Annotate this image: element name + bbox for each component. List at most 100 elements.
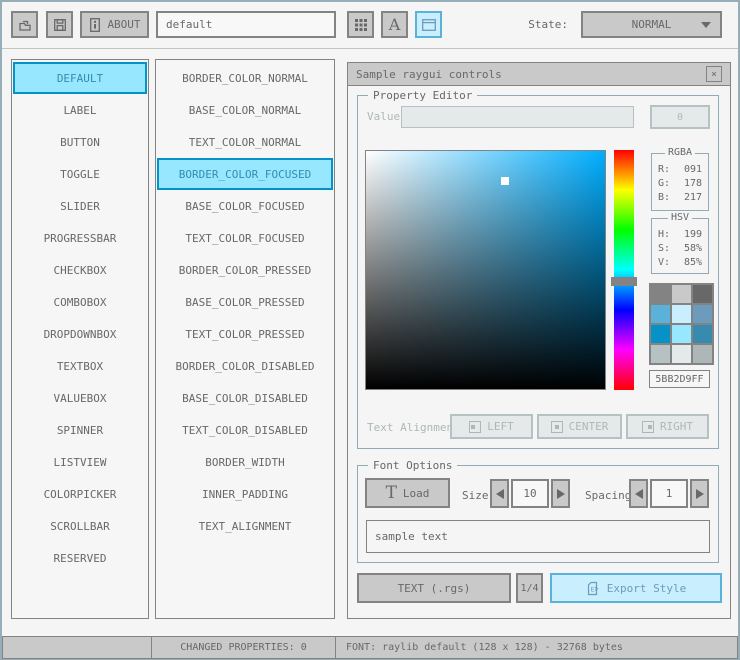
palette-cell-base-focused[interactable]	[672, 305, 691, 323]
align-center-button[interactable]: CENTER	[537, 414, 622, 439]
window-icon	[421, 18, 437, 32]
palette-cell-text-focused[interactable]	[693, 305, 712, 323]
sample-window-title: Sample raygui controls	[356, 67, 502, 81]
floppy-disk-icon	[52, 17, 68, 33]
value-button[interactable]: 0	[650, 105, 710, 129]
statusbar-changed-properties: CHANGED PROPERTIES: 0	[151, 637, 335, 658]
font-spacing-decrease-button[interactable]	[629, 479, 648, 508]
control-item-scrollbar[interactable]: SCROLLBAR	[13, 510, 147, 542]
palette-cell-text-disabled[interactable]	[693, 345, 712, 363]
property-item-base-color-normal[interactable]: BASE_COLOR_NORMAL	[157, 94, 333, 126]
arrow-right-icon	[556, 488, 565, 499]
font-size-decrease-button[interactable]	[490, 479, 509, 508]
property-item-base-color-focused[interactable]: BASE_COLOR_FOCUSED	[157, 190, 333, 222]
close-button[interactable]: ×	[706, 66, 722, 82]
hsv-row-s: S: 58%	[658, 241, 702, 255]
property-item-base-color-pressed[interactable]: BASE_COLOR_PRESSED	[157, 286, 333, 318]
statusbar: CHANGED PROPERTIES: 0 FONT: raylib defau…	[2, 636, 738, 659]
h-value: 199	[683, 228, 702, 240]
about-button-label: ABOUT	[107, 18, 141, 31]
hex-color-input[interactable]: 5BB2D9FF	[649, 370, 710, 388]
control-item-valuebox[interactable]: VALUEBOX	[13, 382, 147, 414]
control-item-colorpicker[interactable]: COLORPICKER	[13, 478, 147, 510]
property-item-border-color-pressed[interactable]: BORDER_COLOR_PRESSED	[157, 254, 333, 286]
controls-list-panel: DEFAULT LABEL BUTTON TOGGLE SLIDER PROGR…	[11, 59, 149, 619]
open-style-button[interactable]	[11, 11, 38, 38]
font-size-increase-button[interactable]	[551, 479, 570, 508]
property-item-base-color-disabled[interactable]: BASE_COLOR_DISABLED	[157, 382, 333, 414]
about-button[interactable]: ABOUT	[80, 11, 149, 38]
palette-cell-base-disabled[interactable]	[672, 345, 691, 363]
style-table-button[interactable]	[347, 11, 374, 38]
color-saturation-value-picker[interactable]	[365, 150, 606, 390]
statusbar-font-info: FONT: raylib default (128 x 128) - 32768…	[335, 637, 737, 658]
b-value: 217	[683, 191, 702, 203]
align-right-button[interactable]: RIGHT	[626, 414, 709, 439]
color-picker-cursor[interactable]	[501, 177, 509, 185]
font-atlas-button[interactable]: A	[381, 11, 408, 38]
align-center-icon	[550, 420, 563, 433]
save-style-button[interactable]	[46, 11, 73, 38]
control-item-reserved[interactable]: RESERVED	[13, 542, 147, 574]
property-item-text-color-normal[interactable]: TEXT_COLOR_NORMAL	[157, 126, 333, 158]
value-input[interactable]	[401, 106, 634, 128]
property-item-border-width[interactable]: BORDER_WIDTH	[157, 446, 333, 478]
sample-window-titlebar[interactable]: Sample raygui controls ×	[348, 63, 730, 86]
info-icon	[88, 17, 102, 33]
hue-slider-bar[interactable]	[611, 150, 637, 390]
s-value: 58%	[683, 242, 702, 254]
palette-cell-base-pressed[interactable]	[672, 325, 691, 343]
state-dropdown-value: NORMAL	[631, 18, 672, 31]
property-item-border-color-disabled[interactable]: BORDER_COLOR_DISABLED	[157, 350, 333, 382]
palette-cell-border-normal[interactable]	[651, 285, 670, 303]
font-load-button[interactable]: T Load	[365, 478, 450, 508]
font-sample-textbox[interactable]: sample text	[366, 520, 710, 553]
palette-cell-border-disabled[interactable]	[651, 345, 670, 363]
style-name-input[interactable]	[156, 11, 336, 38]
r-label: R:	[658, 163, 671, 175]
sample-controls-window: Sample raygui controls × Property Editor…	[347, 62, 731, 619]
format-cycle-button[interactable]: 1/4	[516, 573, 543, 603]
font-spacing-value: 1	[665, 487, 673, 500]
palette-cell-text-pressed[interactable]	[693, 325, 712, 343]
arrow-right-icon	[695, 488, 704, 499]
export-style-label: Export Style	[606, 581, 687, 595]
control-item-textbox[interactable]: TEXTBOX	[13, 350, 147, 382]
control-item-button[interactable]: BUTTON	[13, 126, 147, 158]
font-load-T-icon: T	[385, 482, 397, 503]
control-item-listview[interactable]: LISTVIEW	[13, 446, 147, 478]
letter-a-icon: A	[388, 14, 401, 34]
control-item-checkbox[interactable]: CHECKBOX	[13, 254, 147, 286]
property-item-text-color-pressed[interactable]: TEXT_COLOR_PRESSED	[157, 318, 333, 350]
save-format-button[interactable]: TEXT (.rgs)	[357, 573, 511, 603]
palette-cell-base-normal[interactable]	[672, 285, 691, 303]
statusbar-section-empty	[3, 637, 151, 658]
export-file-icon: E	[586, 581, 600, 596]
property-item-inner-padding[interactable]: INNER_PADDING	[157, 478, 333, 510]
control-panel-button[interactable]	[415, 11, 442, 38]
control-item-default[interactable]: DEFAULT	[13, 62, 147, 94]
control-item-progressbar[interactable]: PROGRESSBAR	[13, 222, 147, 254]
control-item-dropdownbox[interactable]: DROPDOWNBOX	[13, 318, 147, 350]
hsv-row-v: V: 85%	[658, 255, 702, 269]
property-item-border-color-normal[interactable]: BORDER_COLOR_NORMAL	[157, 62, 333, 94]
font-spacing-increase-button[interactable]	[690, 479, 709, 508]
align-left-button[interactable]: LEFT	[450, 414, 533, 439]
state-dropdown[interactable]: NORMAL	[581, 11, 722, 38]
control-item-label[interactable]: LABEL	[13, 94, 147, 126]
palette-cell-text-normal[interactable]	[693, 285, 712, 303]
control-item-toggle[interactable]: TOGGLE	[13, 158, 147, 190]
property-item-text-color-disabled[interactable]: TEXT_COLOR_DISABLED	[157, 414, 333, 446]
control-item-slider[interactable]: SLIDER	[13, 190, 147, 222]
palette-cell-border-focused[interactable]	[651, 305, 670, 323]
control-item-combobox[interactable]: COMBOBOX	[13, 286, 147, 318]
palette-cell-border-pressed[interactable]	[651, 325, 670, 343]
export-style-button[interactable]: E Export Style	[550, 573, 722, 603]
property-item-text-alignment[interactable]: TEXT_ALIGNMENT	[157, 510, 333, 542]
control-item-spinner[interactable]: SPINNER	[13, 414, 147, 446]
font-size-value-box[interactable]: 10	[511, 479, 549, 508]
font-spacing-value-box[interactable]: 1	[650, 479, 688, 508]
property-item-text-color-focused[interactable]: TEXT_COLOR_FOCUSED	[157, 222, 333, 254]
property-item-border-color-focused[interactable]: BORDER_COLOR_FOCUSED	[157, 158, 333, 190]
hue-slider-handle[interactable]	[611, 277, 637, 286]
